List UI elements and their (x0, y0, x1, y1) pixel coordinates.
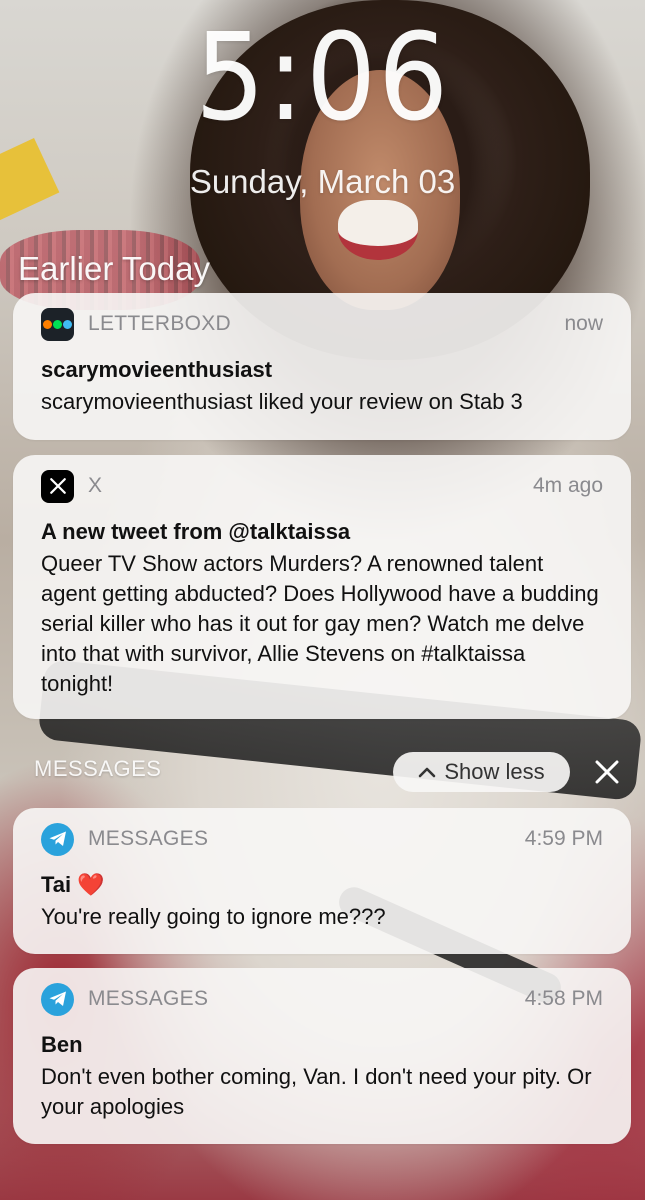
notification-title: Tai ❤️ (41, 872, 105, 897)
clear-group-button[interactable] (587, 752, 627, 792)
chevron-up-icon (418, 766, 436, 778)
notification-title: A new tweet from @talktaissa (41, 519, 351, 544)
notification-app-name: X (88, 474, 103, 497)
notification-header: X 4m ago (41, 455, 603, 517)
notification-card-message[interactable]: MESSAGES 4:59 PM Tai ❤️ You're really go… (13, 808, 631, 954)
notification-time: 4:59 PM (524, 827, 603, 850)
notification-body: Queer TV Show actors Murders? A renowned… (41, 551, 599, 696)
letterboxd-icon (41, 307, 74, 341)
notification-body: scarymovieenthusiast liked your review o… (41, 389, 523, 414)
close-icon (595, 760, 619, 784)
notification-title: scarymovieenthusiast (41, 357, 273, 382)
notification-body: You're really going to ignore me??? (41, 904, 386, 929)
x-icon (41, 469, 74, 503)
notification-header: MESSAGES 4:59 PM (41, 808, 603, 870)
notification-app-name: MESSAGES (88, 987, 209, 1010)
telegram-icon (41, 822, 74, 856)
telegram-icon (41, 982, 74, 1016)
lockscreen-date: Sunday, March 03 (189, 163, 456, 200)
notification-card-x[interactable]: X 4m ago A new tweet from @talktaissa Qu… (13, 455, 631, 719)
notification-body: Don't even bother coming, Van. I don't n… (41, 1064, 592, 1119)
wallpaper-detail (338, 200, 418, 260)
notification-app-name: MESSAGES (88, 827, 209, 850)
notification-header: MESSAGES 4:58 PM (41, 968, 603, 1030)
notification-section-title: Earlier Today (18, 250, 210, 287)
show-less-label: Show less (444, 759, 545, 784)
notification-header: LETTERBOXD now (41, 293, 603, 355)
notification-time: 4m ago (532, 474, 603, 497)
notification-time: now (564, 312, 603, 335)
notification-app-name: LETTERBOXD (88, 312, 232, 335)
notification-card-message[interactable]: MESSAGES 4:58 PM Ben Don't even bother c… (13, 968, 631, 1144)
notification-time: 4:58 PM (524, 987, 603, 1010)
notification-card-letterboxd[interactable]: LETTERBOXD now scarymovieenthusiast scar… (13, 293, 631, 440)
lockscreen-clock: 5:06 (194, 9, 451, 148)
notification-title: Ben (41, 1032, 83, 1057)
show-less-button[interactable]: Show less (393, 752, 570, 792)
messages-group-label: MESSAGES (34, 756, 162, 781)
